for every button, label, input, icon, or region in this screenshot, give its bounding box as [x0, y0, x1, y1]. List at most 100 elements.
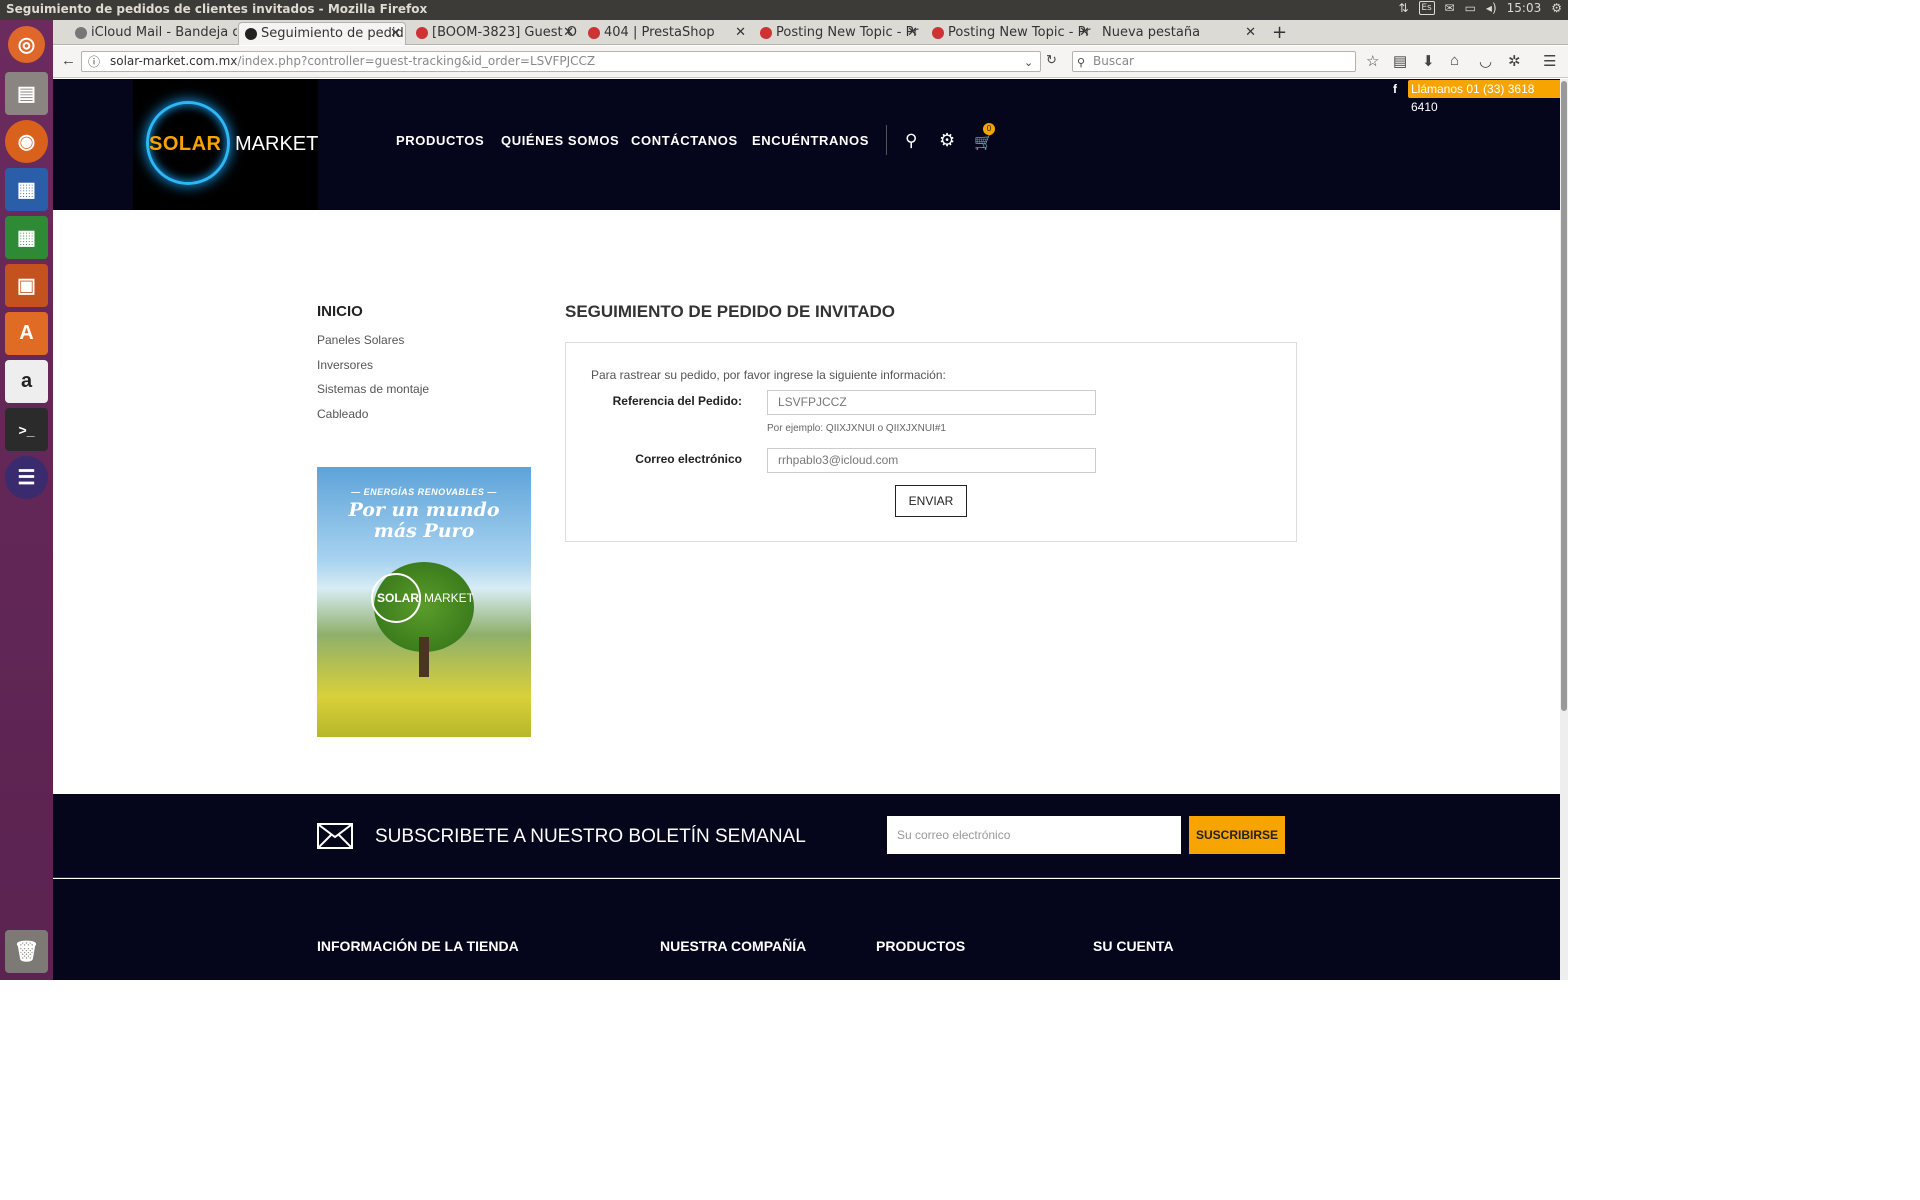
newsletter-title: SUBSCRIBETE A NUESTRO BOLETÍN SEMANAL	[375, 826, 806, 847]
battery-icon[interactable]: ▭	[1465, 1, 1476, 15]
search-placeholder: Buscar	[1093, 54, 1134, 68]
reading-list-icon[interactable]: ▤	[1393, 52, 1407, 70]
sidebar-link-sistemas-de-montaje[interactable]: Sistemas de montaje	[317, 382, 429, 396]
hamburger-menu-icon[interactable]: ☰	[1543, 52, 1556, 70]
search-input[interactable]: ⚲ Buscar	[1072, 51, 1356, 72]
tab-label: Nueva pestaña	[1102, 25, 1201, 40]
menu-contactanos[interactable]: CONTÁCTANOS	[631, 133, 738, 148]
phone-banner[interactable]: Llámanos 01 (33) 3618 6410	[1408, 80, 1560, 114]
prestashop-favicon	[760, 27, 772, 39]
url-domain: solar-market.com.mx	[110, 54, 238, 68]
bookmark-star-icon[interactable]: ☆	[1366, 52, 1379, 70]
subscribe-button[interactable]: SUSCRIBIRSE	[1189, 816, 1285, 854]
email-label: Correo electrónico	[635, 452, 742, 466]
site-footer: INFORMACIÓN DE LA TIENDA NUESTRA COMPAÑÍ…	[53, 879, 1560, 980]
submit-button[interactable]: ENVIAR	[895, 485, 967, 517]
sidebar-link-paneles-solares[interactable]: Paneles Solares	[317, 333, 404, 347]
tab-icloud-mail[interactable]: iCloud Mail - Bandeja d	[69, 22, 237, 45]
jira-favicon	[416, 27, 428, 39]
trash-icon[interactable]: 🗑	[5, 930, 48, 973]
chevron-down-icon[interactable]: ⌄	[1024, 53, 1033, 72]
close-tab-icon[interactable]: ✕	[1245, 22, 1256, 43]
keyboard-language-indicator[interactable]: Es	[1418, 1, 1435, 15]
close-tab-icon[interactable]: ✕	[907, 22, 918, 43]
menu-quienes-somos[interactable]: QUIÉNES SOMOS	[501, 133, 619, 148]
prestashop-favicon	[932, 27, 944, 39]
browser-nav-bar: ← ⓘ solar-market.com.mx/index.php?contro…	[53, 46, 1568, 78]
footer-heading-store-info: INFORMACIÓN DE LA TIENDA	[317, 938, 519, 954]
url-bar[interactable]: ⓘ solar-market.com.mx/index.php?controll…	[81, 51, 1041, 72]
ubuntu-dash-icon[interactable]: ◎	[8, 26, 45, 63]
new-tab-button[interactable]: +	[1266, 22, 1292, 45]
promo-banner[interactable]: — ENERGÍAS RENOVABLES — Por un mundo más…	[317, 467, 531, 737]
software-center-icon[interactable]: A	[5, 312, 48, 355]
order-reference-input[interactable]: LSVFPJCCZ	[767, 390, 1096, 415]
footer-heading-account: SU CUENTA	[1093, 938, 1174, 954]
clock[interactable]: 15:03	[1507, 1, 1542, 15]
url-path: /index.php?controller=guest-tracking&id_…	[237, 54, 596, 68]
page-title: SEGUIMIENTO DE PEDIDO DE INVITADO	[565, 302, 895, 321]
close-tab-icon[interactable]: ✕	[735, 22, 746, 43]
tab-404-prestashop[interactable]: 404 | PrestaShop ✕	[582, 22, 750, 45]
settings-gear-icon[interactable]: ⚙	[939, 130, 955, 151]
sidebar-link-cableado[interactable]: Cableado	[317, 407, 368, 421]
site-info-icon[interactable]: ⓘ	[88, 53, 100, 72]
cart-icon[interactable]: 🛒	[974, 133, 993, 151]
system-top-bar: Seguimiento de pedidos de clientes invit…	[0, 0, 1568, 20]
back-arrow-icon[interactable]: ←	[61, 52, 76, 69]
menu-encuentranos[interactable]: ENCUÉNTRANOS	[752, 133, 869, 148]
close-tab-icon[interactable]: ✕	[390, 23, 401, 44]
tab-nueva-pestana[interactable]: Nueva pestaña ✕	[1082, 22, 1260, 45]
pocket-icon[interactable]: ◡	[1479, 52, 1492, 70]
reload-icon[interactable]: ↻	[1046, 52, 1057, 68]
cart-count-badge: 0	[983, 123, 995, 135]
browser-tab-bar: iCloud Mail - Bandeja d Seguimiento de p…	[53, 20, 1568, 45]
tree-trunk	[419, 637, 429, 677]
close-tab-icon[interactable]: ✕	[563, 22, 574, 43]
search-icon[interactable]: ⚲	[905, 131, 917, 151]
files-icon[interactable]: ▤	[5, 72, 48, 115]
system-tray: ⇅ Es ✉ ▭ ◂) 15:03 ⚙	[1398, 1, 1562, 15]
site-logo[interactable]: SOLAR MARKET	[133, 79, 318, 210]
apple-icon	[75, 27, 87, 39]
newsletter-email-input[interactable]: Su correo electrónico	[887, 816, 1181, 854]
tab-label: [BOOM-3823] Guest O	[432, 25, 577, 40]
newsletter-section: SUBSCRIBETE A NUESTRO BOLETÍN SEMANAL Su…	[53, 794, 1560, 878]
writer-icon[interactable]: ▦	[5, 168, 48, 211]
sidebar-link-inversores[interactable]: Inversores	[317, 358, 373, 372]
banner-title-line2: más Puro	[373, 520, 475, 542]
calc-icon[interactable]: ▦	[5, 216, 48, 259]
tab-boom-3823[interactable]: [BOOM-3823] Guest O ✕	[410, 22, 578, 45]
menu-productos[interactable]: PRODUCTOS	[396, 133, 484, 148]
scrollbar-thumb[interactable]	[1561, 81, 1567, 711]
tab-label: iCloud Mail - Bandeja d	[91, 25, 237, 40]
tab-posting-new-topic-2[interactable]: Posting New Topic - Pr ✕	[926, 22, 1094, 45]
logo-market-text: MARKET	[235, 133, 319, 155]
settings-gear-icon[interactable]: ⚙	[1551, 1, 1562, 15]
eclipse-icon[interactable]: ☰	[5, 456, 48, 499]
firefox-icon[interactable]: ◉	[5, 120, 48, 163]
download-icon[interactable]: ⬇	[1422, 52, 1435, 70]
tab-label: Seguimiento de pedid	[261, 26, 404, 41]
website: SOLAR MARKET PRODUCTOS QUIÉNES SOMOS CON…	[53, 79, 1560, 980]
site-header: SOLAR MARKET PRODUCTOS QUIÉNES SOMOS CON…	[53, 79, 1560, 210]
terminal-icon[interactable]: >_	[5, 408, 48, 451]
sidebar-title[interactable]: INICIO	[317, 303, 363, 320]
email-field[interactable]: rrhpablo3@icloud.com	[767, 448, 1096, 473]
mail-icon[interactable]: ✉	[1445, 1, 1455, 15]
facebook-icon[interactable]: f	[1393, 82, 1397, 96]
tab-posting-new-topic-1[interactable]: Posting New Topic - Pr ✕	[754, 22, 922, 45]
extension-icon[interactable]: ✲	[1508, 52, 1521, 70]
page-scrollbar[interactable]	[1560, 79, 1568, 980]
home-icon[interactable]: ⌂	[1450, 52, 1459, 69]
amazon-icon[interactable]: a	[5, 360, 48, 403]
impress-icon[interactable]: ▣	[5, 264, 48, 307]
solar-market-favicon	[245, 28, 257, 40]
tab-guest-tracking[interactable]: Seguimiento de pedid ✕	[238, 22, 406, 45]
banner-logo-market: MARKET	[424, 591, 475, 605]
network-icon[interactable]: ⇅	[1398, 1, 1408, 15]
volume-icon[interactable]: ◂)	[1486, 1, 1497, 15]
banner-title: Por un mundo más Puro	[317, 500, 531, 542]
menu-divider	[886, 125, 887, 155]
footer-heading-products: PRODUCTOS	[876, 938, 966, 954]
